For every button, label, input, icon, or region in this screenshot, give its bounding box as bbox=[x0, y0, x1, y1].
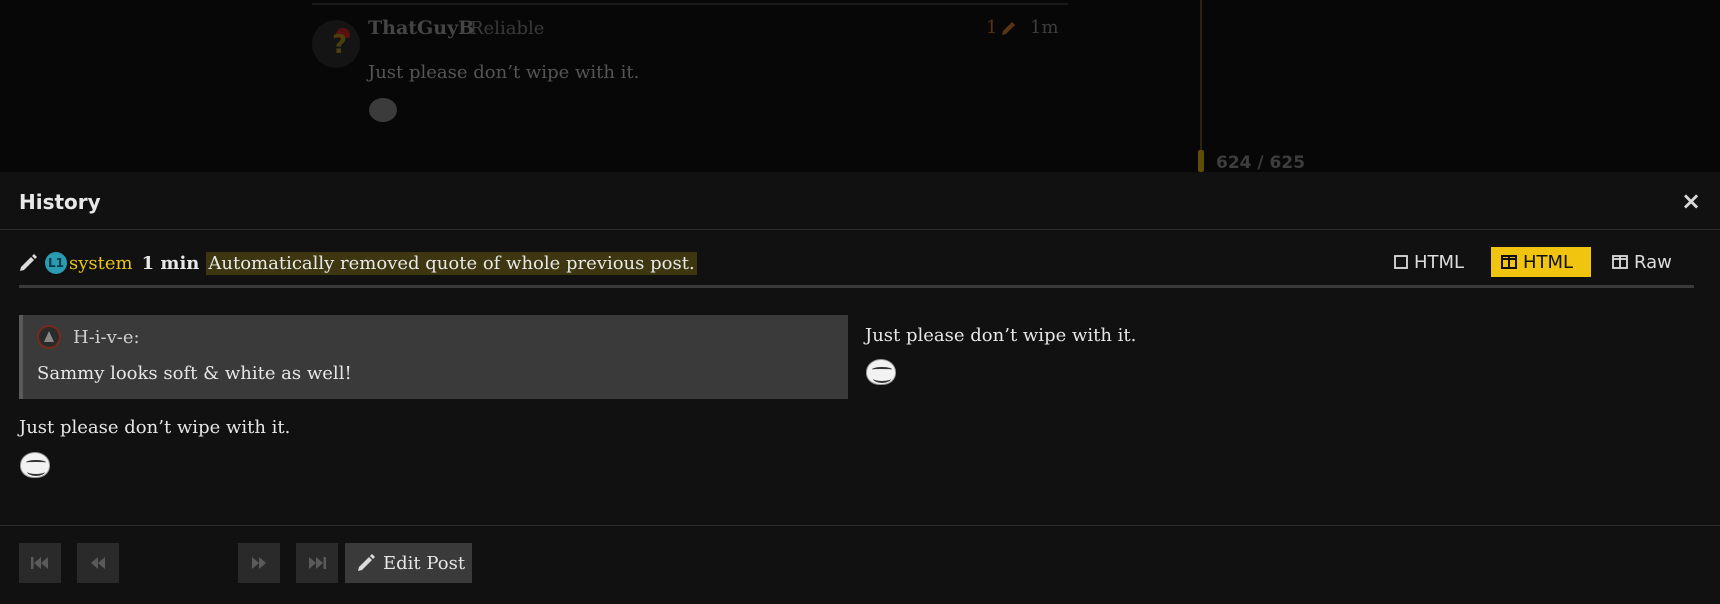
columns-icon bbox=[1612, 255, 1628, 269]
user-avatar[interactable]: ? bbox=[312, 20, 360, 68]
previous-revision-button[interactable] bbox=[77, 543, 119, 583]
modal-title: History bbox=[19, 190, 101, 214]
revision-user[interactable]: system bbox=[69, 253, 133, 274]
skip-back-icon bbox=[31, 557, 48, 569]
modal-header: History × bbox=[0, 172, 1720, 230]
timeline-handle[interactable] bbox=[1198, 150, 1204, 172]
user-title: Reliable bbox=[470, 18, 545, 39]
skip-forward-icon bbox=[309, 557, 326, 569]
question-mark-icon: ? bbox=[332, 30, 348, 60]
timeline-progress: 624 / 625 bbox=[1216, 153, 1306, 173]
history-modal: History × L1 system 1 min Automatically … bbox=[0, 172, 1720, 604]
edit-count[interactable]: 1 bbox=[986, 17, 997, 38]
side-by-side-html-button[interactable]: HTML bbox=[1491, 247, 1591, 277]
pencil-icon bbox=[20, 254, 37, 271]
post-username[interactable]: ThatGuyB bbox=[368, 17, 474, 39]
trollface-icon bbox=[20, 452, 50, 478]
inline-html-button[interactable]: HTML bbox=[1384, 247, 1484, 277]
first-revision-button[interactable] bbox=[19, 543, 61, 583]
pencil-icon[interactable] bbox=[1000, 19, 1018, 37]
forward-icon bbox=[252, 557, 266, 569]
current-post-text: Just please don’t wipe with it. bbox=[865, 325, 1137, 346]
raw-label: Raw bbox=[1634, 251, 1672, 273]
quote-author[interactable]: H-i-v-e: bbox=[73, 327, 140, 348]
trollface-icon bbox=[369, 98, 397, 122]
square-icon bbox=[1394, 255, 1408, 269]
quote-avatar[interactable] bbox=[37, 325, 61, 349]
revision-reason: Automatically removed quote of whole pre… bbox=[206, 251, 697, 275]
side-by-side-html-label: HTML bbox=[1523, 251, 1574, 273]
next-revision-button[interactable] bbox=[238, 543, 280, 583]
close-button[interactable]: × bbox=[1676, 186, 1706, 216]
quote-text: Sammy looks soft & white as well! bbox=[37, 363, 352, 384]
pencil-icon bbox=[358, 554, 375, 571]
revision-details: L1 system 1 min Automatically removed qu… bbox=[19, 249, 697, 277]
header-divider bbox=[19, 285, 1694, 288]
quote-block: H-i-v-e: Sammy looks soft & white as wel… bbox=[19, 315, 848, 399]
timeline-track bbox=[1200, 0, 1202, 150]
edit-post-button[interactable]: Edit Post bbox=[345, 543, 472, 583]
inline-html-label: HTML bbox=[1414, 251, 1465, 273]
system-avatar[interactable]: L1 bbox=[45, 252, 67, 274]
footer-divider bbox=[0, 525, 1720, 526]
post-text: Just please don’t wipe with it. bbox=[368, 62, 640, 83]
backward-icon bbox=[91, 557, 105, 569]
previous-post-text: Just please don’t wipe with it. bbox=[19, 417, 291, 438]
post-age[interactable]: 1m bbox=[1030, 17, 1059, 38]
last-revision-button[interactable] bbox=[296, 543, 338, 583]
columns-icon bbox=[1501, 255, 1517, 269]
revision-time: 1 min bbox=[141, 252, 200, 274]
edit-post-label: Edit Post bbox=[383, 552, 466, 574]
post-divider bbox=[312, 3, 1068, 5]
raw-button[interactable]: Raw bbox=[1602, 247, 1694, 277]
trollface-icon bbox=[866, 359, 896, 385]
background-post: ? ThatGuyB Reliable 1 1m Just please don… bbox=[0, 0, 1720, 173]
